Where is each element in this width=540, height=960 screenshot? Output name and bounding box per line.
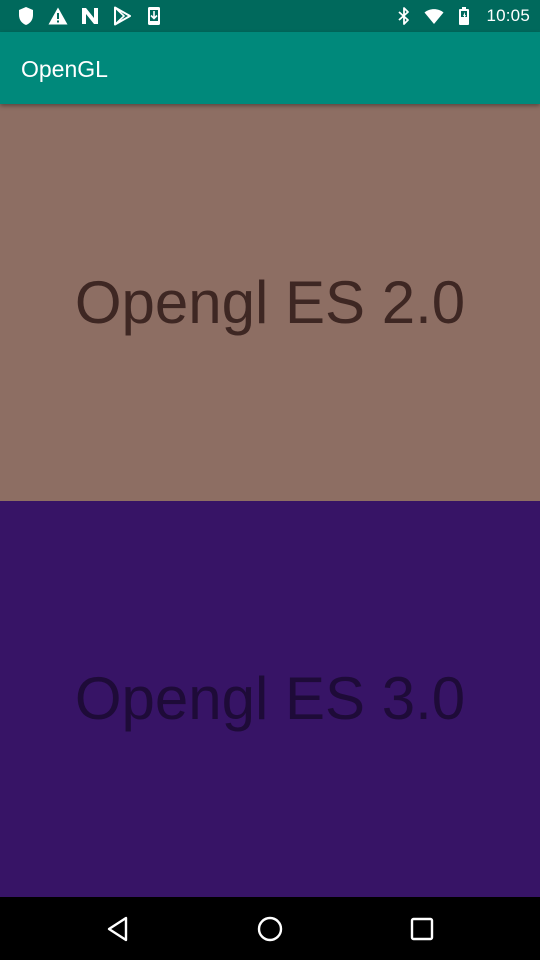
notification-icons — [16, 6, 164, 26]
play-store-icon — [112, 6, 132, 26]
home-icon — [254, 913, 286, 945]
recents-button[interactable] — [406, 913, 438, 945]
download-icon — [144, 6, 164, 26]
warning-icon — [48, 6, 68, 26]
app-title: OpenGL — [21, 56, 108, 82]
opengl-es2-label: Opengl ES 2.0 — [74, 268, 466, 336]
bluetooth-icon — [394, 6, 414, 26]
status-time: 10:05 — [486, 6, 530, 25]
wifi-icon — [424, 6, 444, 26]
opengl-es3-panel[interactable]: Opengl ES 3.0 — [0, 501, 540, 897]
back-icon — [102, 913, 134, 945]
system-icons: 10:05 — [394, 6, 530, 26]
battery-icon — [454, 6, 474, 26]
recents-icon — [406, 913, 438, 945]
home-button[interactable] — [254, 913, 286, 945]
shield-icon — [16, 6, 36, 26]
status-bar: 10:05 — [0, 0, 540, 32]
opengl-es2-panel[interactable]: Opengl ES 2.0 — [0, 104, 540, 501]
app-bar: OpenGL — [0, 32, 540, 104]
opengl-es3-label: Opengl ES 3.0 — [74, 665, 466, 732]
n-icon — [80, 6, 100, 26]
back-button[interactable] — [102, 913, 134, 945]
navigation-bar — [0, 897, 540, 960]
